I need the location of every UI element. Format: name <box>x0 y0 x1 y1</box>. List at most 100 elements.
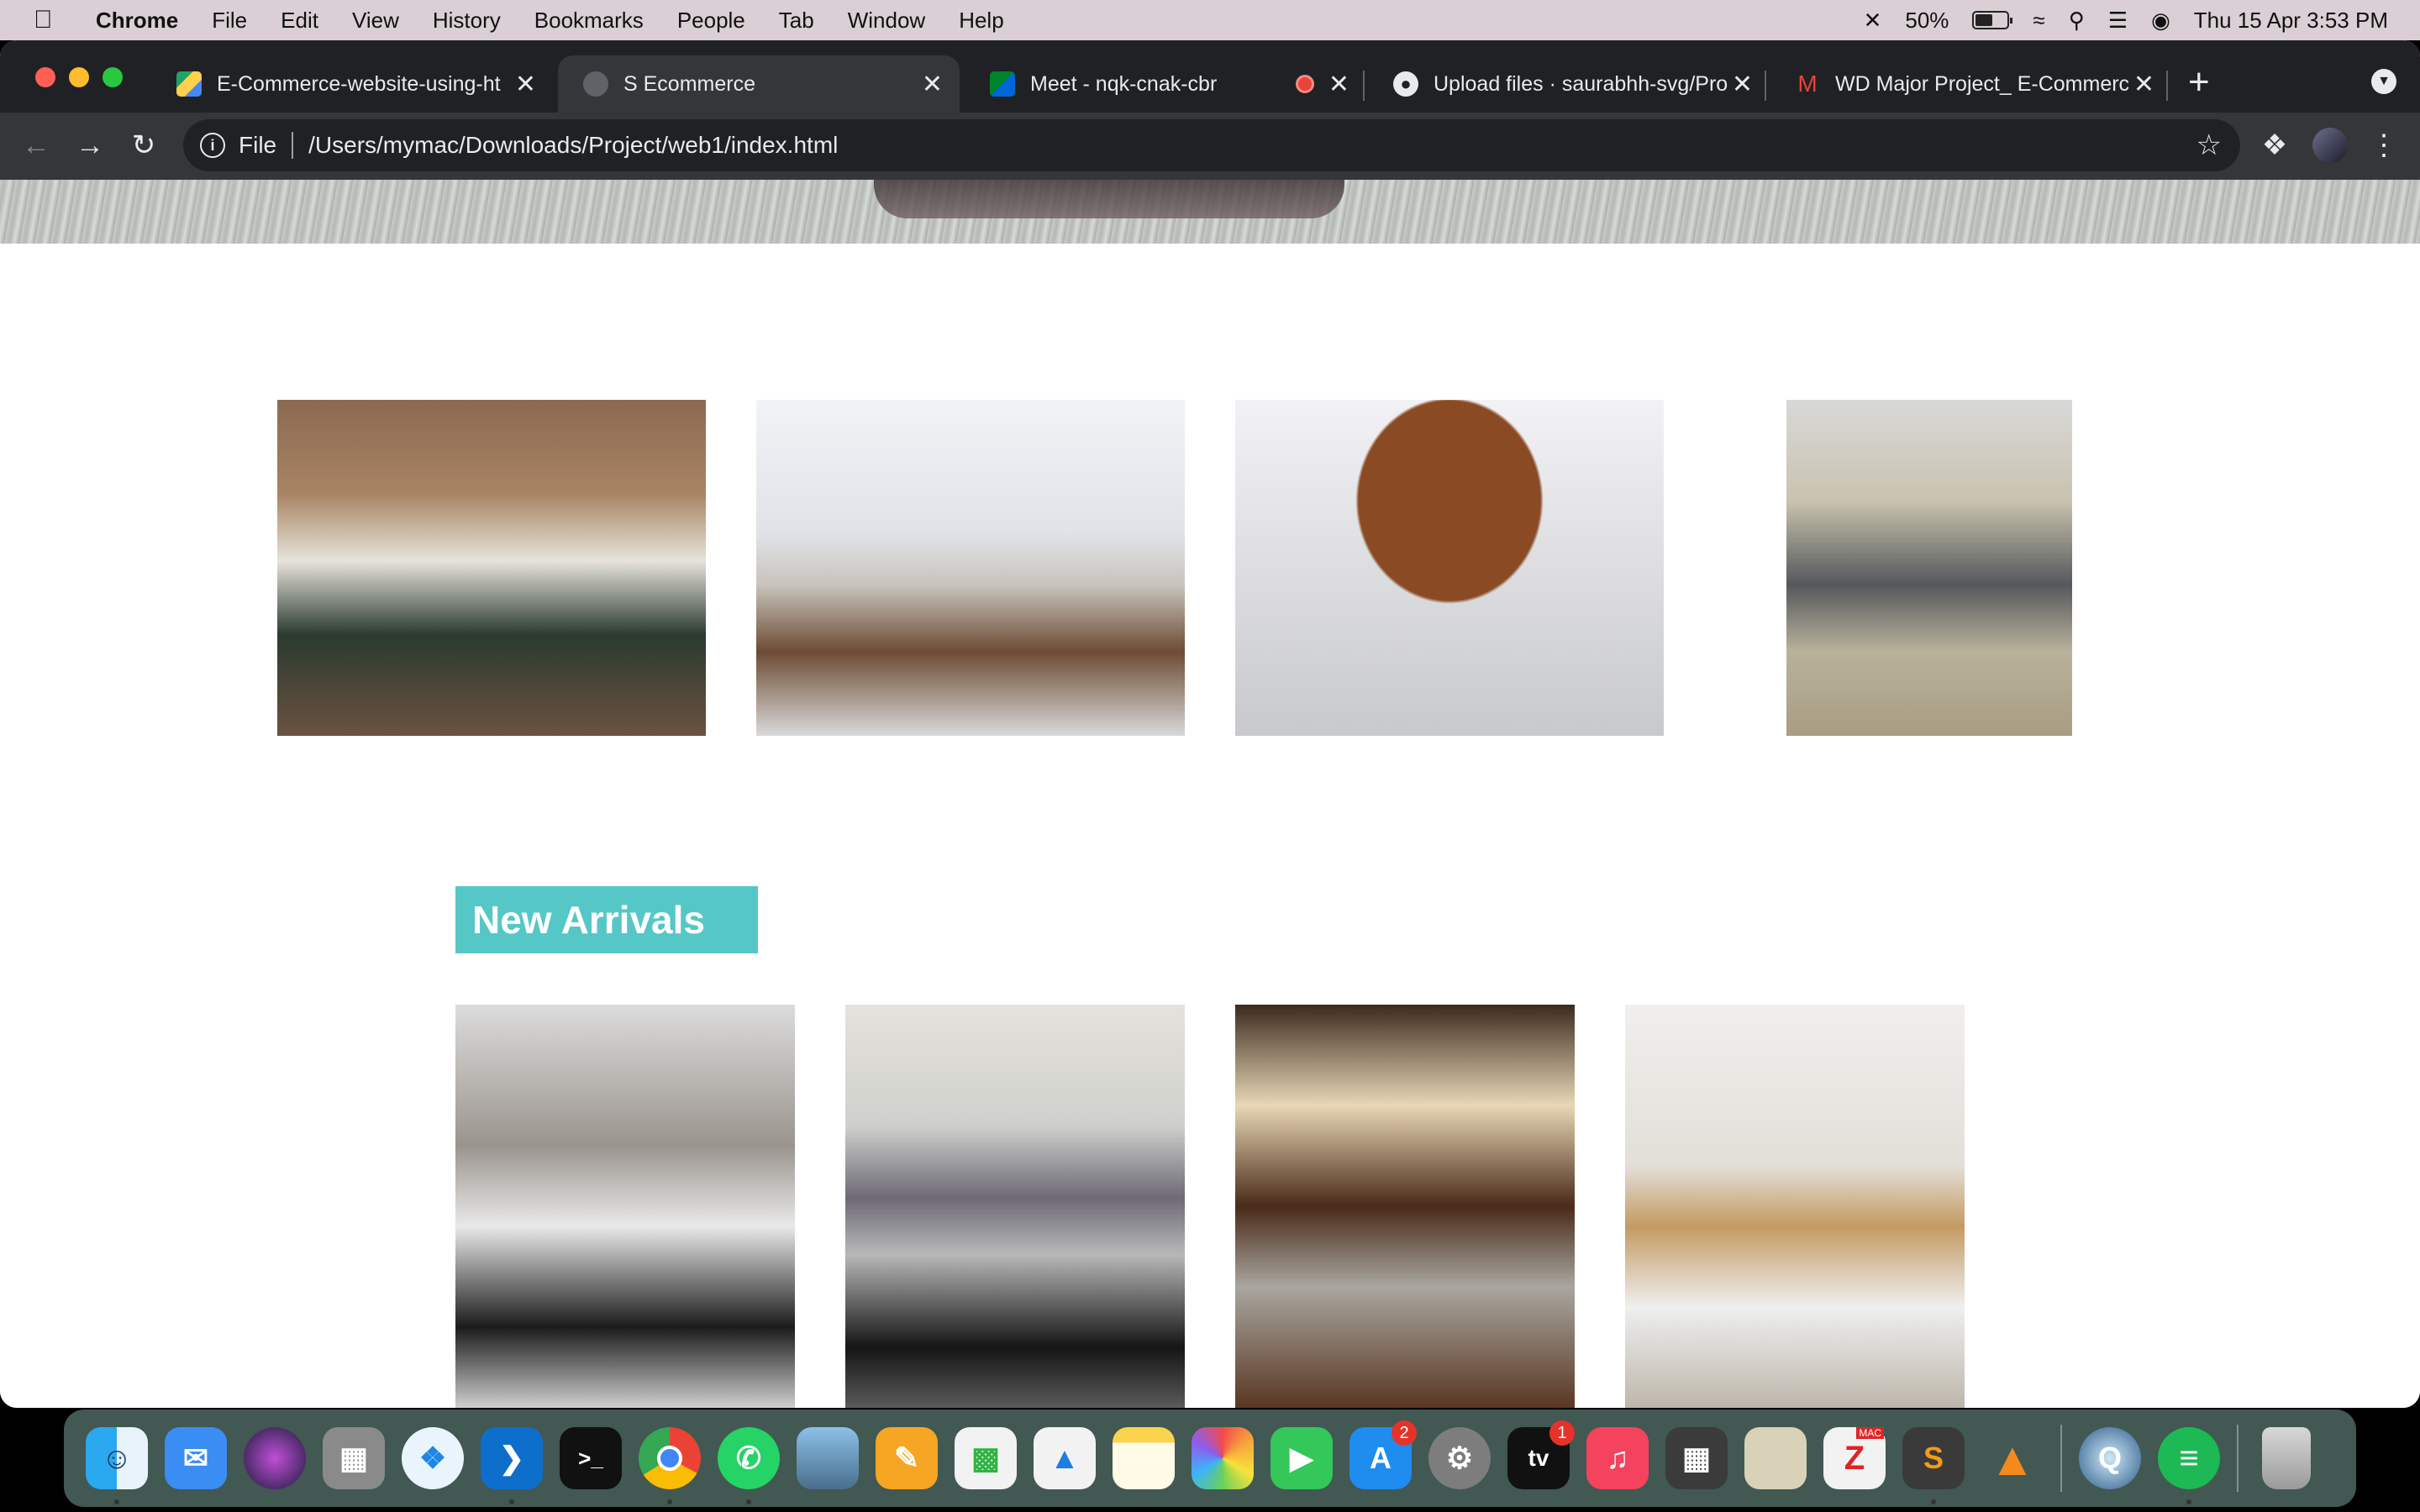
numbers-icon[interactable]: ▩ <box>946 1419 1025 1498</box>
maximize-window-button[interactable] <box>103 67 123 87</box>
control-center-icon[interactable]: ☰ <box>2108 8 2128 34</box>
sublime-text-icon[interactable]: S <box>1894 1419 1973 1504</box>
extensions-puzzle-icon[interactable]: ❖ <box>2254 124 2296 166</box>
menu-history[interactable]: History <box>433 8 501 34</box>
close-tab-icon[interactable]: ✕ <box>922 70 943 99</box>
tab-separator <box>2166 71 2168 101</box>
product-image-dressing-mirror[interactable] <box>1786 400 2072 736</box>
new-tab-button[interactable]: + <box>2188 64 2210 101</box>
tab-title: WD Major Project_ E-Commerce <box>1835 71 2129 96</box>
tab-separator <box>1363 71 1365 101</box>
close-tab-icon[interactable]: ✕ <box>515 70 536 99</box>
notification-badge: 2 <box>1392 1420 1417 1446</box>
menu-view[interactable]: View <box>352 8 399 34</box>
keynote-icon[interactable]: ▲ <box>1025 1419 1104 1498</box>
new-arrival-image-corner-sofa[interactable] <box>845 1005 1185 1408</box>
chrome-menu-icon[interactable]: ⋮ <box>2363 124 2405 166</box>
spotify-icon[interactable]: ≡ <box>2149 1419 2228 1504</box>
quicktime-icon[interactable]: Q <box>2070 1419 2149 1498</box>
launchpad-icon[interactable]: ▦ <box>314 1419 393 1498</box>
tab-search-icon[interactable]: ▼ <box>2371 69 2396 94</box>
app-store-icon[interactable]: A2 <box>1341 1419 1420 1498</box>
menu-edit[interactable]: Edit <box>281 8 318 34</box>
bluetooth-off-icon[interactable]: ✕ <box>1864 8 1882 34</box>
close-tab-icon[interactable]: ✕ <box>1328 70 1349 99</box>
mail-icon[interactable]: ✉ <box>156 1419 235 1498</box>
music-icon[interactable]: ♫ <box>1578 1419 1657 1498</box>
vscode-icon[interactable]: ❯ <box>472 1419 551 1504</box>
minimize-window-button[interactable] <box>69 67 89 87</box>
menu-file[interactable]: File <box>212 8 247 34</box>
chrome-icon[interactable] <box>630 1419 709 1504</box>
zipmac-icon[interactable]: Z MAC <box>1815 1419 1894 1498</box>
system-preferences-icon[interactable]: ⚙ <box>1420 1419 1499 1498</box>
file-zipper-icon[interactable] <box>1736 1419 1815 1498</box>
chrome-window: E-Commerce-website-using-ht ✕ S Ecommerc… <box>0 40 2420 1408</box>
tab-s-ecommerce[interactable]: S Ecommerce ✕ <box>558 55 960 113</box>
gmail-icon: M <box>1797 71 1818 97</box>
preview-icon[interactable] <box>788 1419 867 1498</box>
close-tab-icon[interactable]: ✕ <box>2133 70 2154 99</box>
spotlight-search-icon[interactable]: ⚲ <box>2069 8 2085 34</box>
address-bar[interactable]: i File /Users/mymac/Downloads/Project/we… <box>183 119 2240 171</box>
menu-tab[interactable]: Tab <box>779 8 814 34</box>
globe-icon <box>583 71 608 97</box>
url-divider <box>292 132 294 159</box>
profile-avatar[interactable] <box>2309 124 2351 166</box>
facetime-icon[interactable]: ▶ <box>1262 1419 1341 1498</box>
product-image-sofa-set[interactable] <box>756 400 1185 736</box>
back-arrow-icon[interactable]: ← <box>15 124 57 166</box>
menu-chrome[interactable]: Chrome <box>96 8 178 34</box>
tab-ecommerce-drive[interactable]: E-Commerce-website-using-ht ✕ <box>151 55 553 113</box>
close-window-button[interactable] <box>35 67 55 87</box>
macos-menu-bar:  Chrome File Edit View History Bookmark… <box>0 0 2420 40</box>
finder-icon[interactable]: ☺ <box>77 1419 156 1504</box>
tab-separator <box>1765 71 1766 101</box>
tab-gmail-wd-project[interactable]: M WD Major Project_ E-Commerce ✕ <box>1770 55 2171 113</box>
forward-arrow-icon[interactable]: → <box>69 124 111 166</box>
photos-icon[interactable] <box>1183 1419 1262 1498</box>
url-text[interactable]: /Users/mymac/Downloads/Project/web1/inde… <box>308 132 838 159</box>
product-image-bed[interactable] <box>277 400 706 736</box>
whatsapp-icon[interactable]: ✆ <box>709 1419 788 1504</box>
apple-icon[interactable]:  <box>34 6 67 34</box>
battery-percent: 50% <box>1905 7 1949 33</box>
dock-divider <box>2237 1425 2238 1492</box>
siri-status-icon[interactable]: ◉ <box>2151 8 2170 34</box>
calculator-icon[interactable]: ▦ <box>1657 1419 1736 1498</box>
new-arrival-image-vanity[interactable] <box>455 1005 795 1408</box>
bookmark-star-icon[interactable]: ☆ <box>2196 129 2222 162</box>
battery-icon[interactable] <box>1972 11 2013 29</box>
trash-icon[interactable] <box>2247 1419 2326 1498</box>
menu-people[interactable]: People <box>677 8 745 34</box>
new-arrival-image-glass-table[interactable] <box>1235 1005 1575 1408</box>
reload-icon[interactable]: ↻ <box>123 124 165 166</box>
tab-meet[interactable]: Meet - nqk-cnak-cbr ✕ <box>965 55 1366 113</box>
recording-icon <box>1296 75 1314 93</box>
info-icon[interactable]: i <box>200 133 225 158</box>
page-viewport: New Arrivals <box>0 180 2420 1408</box>
siri-icon[interactable] <box>235 1419 314 1498</box>
product-image-round-table[interactable] <box>1235 400 1664 736</box>
menu-window[interactable]: Window <box>848 8 925 34</box>
notes-icon[interactable] <box>1104 1419 1183 1498</box>
tab-title: Meet - nqk-cnak-cbr <box>1030 71 1218 96</box>
url-scheme: File <box>239 132 277 158</box>
notification-badge: 1 <box>1549 1420 1575 1446</box>
date-time[interactable]: Thu 15 Apr 3:53 PM <box>2194 8 2388 34</box>
tab-title: S Ecommerce <box>623 71 755 96</box>
close-tab-icon[interactable]: ✕ <box>1732 70 1753 99</box>
menu-help[interactable]: Help <box>959 8 1003 34</box>
vlc-icon[interactable]: ▲ <box>1973 1419 2052 1498</box>
terminal-icon[interactable]: >_ <box>551 1419 630 1498</box>
safari-icon[interactable]: ❖ <box>393 1419 472 1498</box>
new-arrival-image-canopy-bed[interactable] <box>1625 1005 1965 1408</box>
tab-github-upload[interactable]: ● Upload files · saurabhh-svg/Pro ✕ <box>1368 55 1770 113</box>
hero-banner-image <box>0 180 2420 244</box>
google-drive-icon <box>176 71 202 97</box>
pages-icon[interactable]: ✎ <box>867 1419 946 1498</box>
github-icon: ● <box>1393 71 1418 97</box>
menu-bookmarks[interactable]: Bookmarks <box>534 8 644 34</box>
apple-tv-icon[interactable]: tv 1 <box>1499 1419 1578 1498</box>
wifi-icon[interactable]: ≈ <box>2033 8 2044 34</box>
